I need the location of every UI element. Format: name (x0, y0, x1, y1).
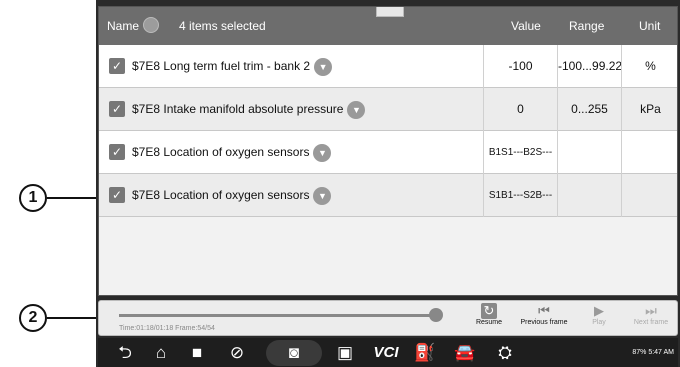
parameter-value: B1S1---B2S--- (483, 131, 557, 174)
callout-2-leader (47, 317, 97, 319)
back-icon[interactable]: ⮌ (110, 338, 140, 367)
selected-count: 4 items selected (179, 19, 266, 33)
parameter-unit (621, 131, 677, 174)
parameter-range: -100...99.22 (557, 45, 622, 88)
camera-icon[interactable]: ◙ (279, 338, 309, 367)
car-icon[interactable]: 🚘 (450, 338, 480, 367)
range-column-header: Range (569, 19, 605, 33)
callout-1-leader (47, 197, 97, 199)
mechanic-icon[interactable]: ⛭ (490, 338, 520, 367)
checkbox-checked-icon[interactable]: ✓ (109, 187, 125, 203)
fuel-pump-icon[interactable]: ⛽ (410, 338, 440, 367)
callout-2: 2 (19, 304, 47, 332)
home-icon[interactable]: ⌂ (146, 338, 176, 367)
previous-frame-button[interactable]: ⏮ Previous frame (513, 303, 575, 326)
previous-frame-icon: ⏮ (538, 303, 550, 318)
next-frame-button[interactable]: ⏭ Next frame (629, 303, 673, 326)
playback-progress-track[interactable] (119, 314, 437, 317)
screenshot-icon[interactable]: ▣ (330, 338, 360, 367)
value-column-header: Value (511, 19, 541, 33)
playback-progress-thumb[interactable] (429, 308, 443, 322)
play-icon: ▶ (594, 303, 604, 318)
chevron-down-icon[interactable]: ▼ (313, 186, 332, 205)
vci-icon[interactable]: VCI (366, 338, 406, 367)
time-frame-info: Time:01:18/01:18 Frame:54/54 (119, 325, 215, 332)
chevron-down-icon[interactable]: ▼ (314, 57, 333, 76)
name-column-header[interactable]: Name (107, 7, 139, 45)
unit-column-header[interactable]: Unit (639, 7, 660, 45)
parameter-unit: % (621, 45, 677, 88)
parameter-unit: kPa (621, 88, 677, 131)
chevron-down-icon[interactable]: ▼ (347, 100, 366, 119)
parameter-name: $7E8 Location of oxygen sensors (132, 188, 310, 202)
checkbox-checked-icon[interactable]: ✓ (109, 58, 125, 74)
resume-button[interactable]: ↻ Resume (471, 303, 507, 326)
parameter-name: $7E8 Long term fuel trim - bank 2 (132, 59, 311, 73)
previous-frame-label: Previous frame (520, 319, 568, 326)
checkbox-checked-icon[interactable]: ✓ (109, 101, 125, 117)
play-button[interactable]: ▶ Play (581, 303, 617, 326)
checkbox-checked-icon[interactable]: ✓ (109, 144, 125, 160)
chevron-down-icon[interactable]: ▼ (313, 143, 332, 162)
playback-toolbar: Time:01:18/01:18 Frame:54/54 ↻ Resume ⏮ … (98, 300, 678, 336)
parameter-name: $7E8 Location of oxygen sensors (132, 145, 310, 159)
recent-apps-icon[interactable]: ■ (182, 338, 212, 367)
select-all-icon[interactable] (143, 17, 159, 33)
parameter-unit (621, 174, 677, 217)
callout-1: 1 (19, 184, 47, 212)
resume-label: Resume (475, 319, 503, 326)
drag-handle[interactable] (376, 7, 404, 17)
browser-icon[interactable]: ⊘ (222, 338, 252, 367)
table-row: ✓ $7E8 Location of oxygen sensors ▼ B1S1-… (99, 131, 677, 174)
next-frame-label: Next frame (633, 319, 669, 326)
table-row: ✓ $7E8 Intake manifold absolute pressure… (99, 88, 677, 131)
data-stream-panel: Name 4 items selected Value Range Unit ✓… (98, 6, 678, 296)
table-row: ✓ $7E8 Long term fuel trim - bank 2 ▼ -10… (99, 45, 677, 88)
parameter-range: 0...255 (557, 88, 621, 131)
next-frame-icon: ⏭ (645, 303, 657, 318)
parameter-range (557, 131, 621, 174)
parameter-value: 0 (483, 88, 557, 131)
navigation-bar: ⮌ ⌂ ■ ⊘ ◙ ▣ VCI ⛽ 🚘 ⛭ 87% 5:47 AM (98, 338, 678, 367)
play-label: Play (592, 319, 606, 326)
table-row: ✓ $7E8 Location of oxygen sensors ▼ S1B1-… (99, 174, 677, 217)
parameter-value: -100 (483, 45, 557, 88)
parameter-range (557, 174, 621, 217)
parameter-name: $7E8 Intake manifold absolute pressure (132, 102, 344, 116)
status-bar-text: 87% 5:47 AM (632, 349, 674, 356)
resume-icon: ↻ (481, 303, 497, 319)
parameter-value: S1B1---S2B--- (483, 174, 557, 217)
